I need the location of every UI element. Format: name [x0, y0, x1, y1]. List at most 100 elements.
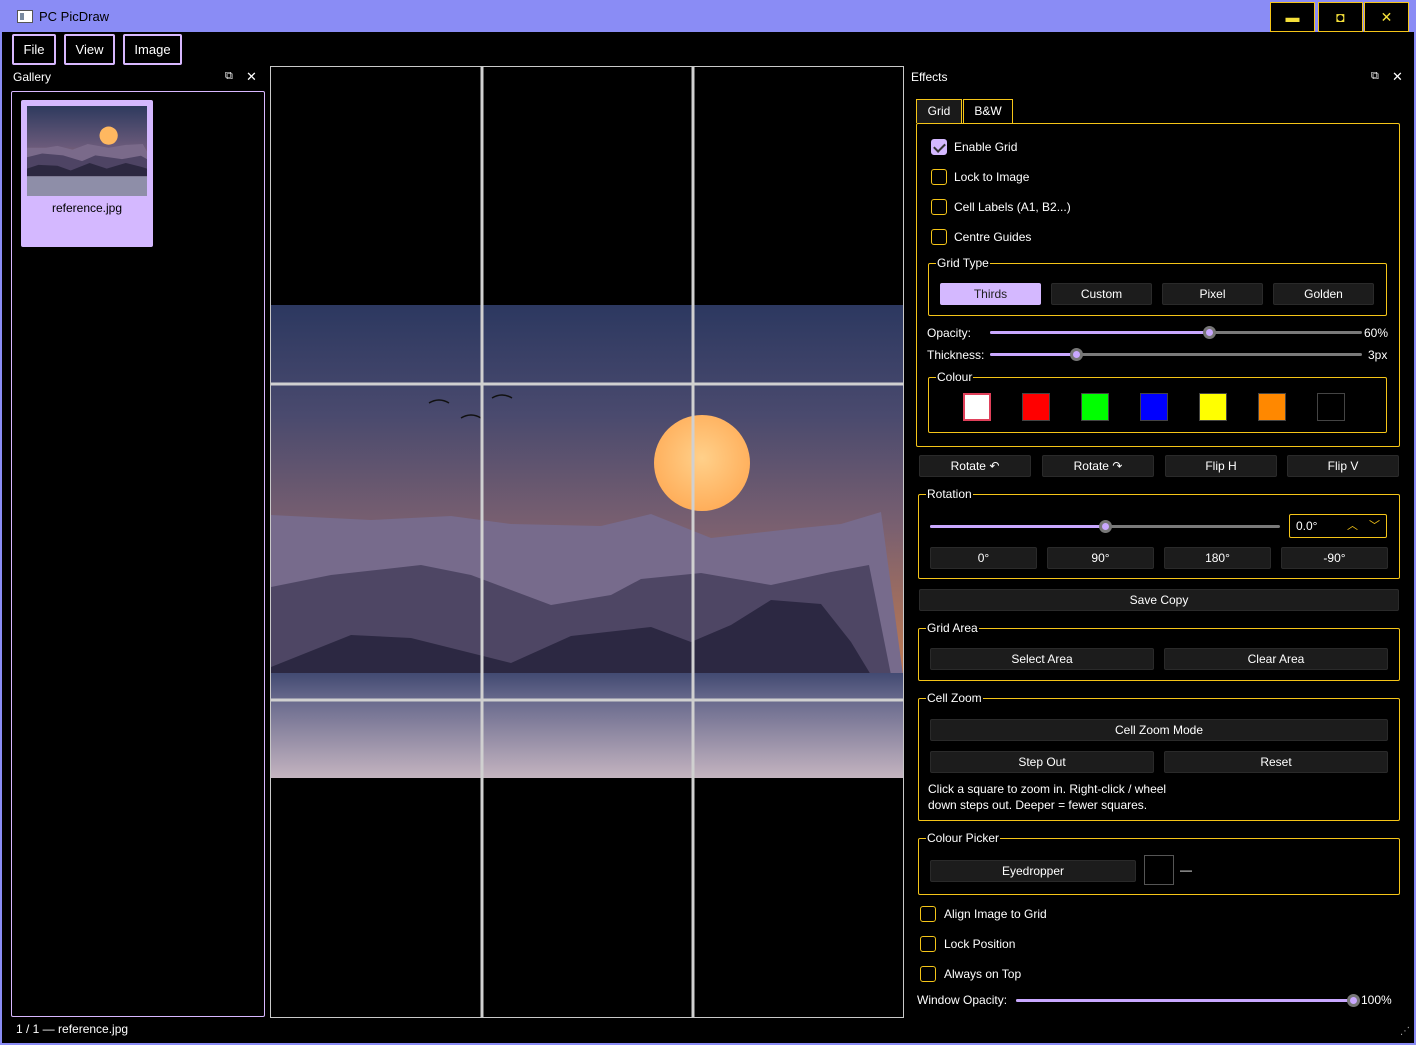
picked-colour-value: —	[1180, 863, 1192, 877]
effects-close-icon[interactable]: ✕	[1392, 69, 1403, 85]
rotation-value: 0.0°	[1296, 519, 1318, 533]
save-copy-button[interactable]: Save Copy	[919, 589, 1399, 611]
window-opacity-value: 100%	[1361, 993, 1392, 1007]
align-image-checkbox[interactable]	[920, 906, 936, 922]
colour-swatch-black[interactable]	[1317, 393, 1345, 421]
menu-file[interactable]: File	[12, 34, 56, 65]
colour-picker-group: Colour Picker Eyedropper —	[918, 831, 1400, 895]
lock-to-image-label: Lock to Image	[954, 170, 1030, 184]
rotation-slider-handle[interactable]	[1099, 520, 1112, 533]
colour-title: Colour	[936, 370, 974, 384]
spin-down-icon[interactable]: ﹀	[1369, 517, 1380, 533]
grid-type-custom-button[interactable]: Custom	[1051, 283, 1152, 305]
rotation-preset-neg90-button[interactable]: -90°	[1281, 547, 1388, 569]
close-button[interactable]: ✕	[1364, 2, 1409, 32]
window-opacity-label: Window Opacity:	[917, 993, 1008, 1007]
rotation-preset-180-button[interactable]: 180°	[1164, 547, 1271, 569]
thickness-label: Thickness:	[927, 348, 985, 362]
thickness-slider-handle[interactable]	[1069, 348, 1083, 361]
reference-image	[271, 305, 903, 778]
thumbnail-image	[27, 106, 147, 196]
lock-position-checkbox[interactable]	[920, 936, 936, 952]
thumbnail-label: reference.jpg	[51, 201, 123, 215]
opacity-value: 60%	[1364, 326, 1389, 340]
centre-guides-checkbox[interactable]	[931, 229, 947, 245]
effects-float-icon[interactable]: ⧉	[1371, 70, 1379, 83]
centre-guides-label: Centre Guides	[954, 230, 1032, 244]
thickness-value: 3px	[1368, 348, 1388, 362]
colour-swatch-white[interactable]	[963, 393, 991, 421]
gallery-panel: reference.jpg	[11, 91, 265, 1017]
tab-bw[interactable]: B&W	[963, 99, 1013, 123]
window-opacity-slider[interactable]	[1016, 994, 1361, 1007]
grid-type-pixel-button[interactable]: Pixel	[1162, 283, 1263, 305]
resize-grip-icon[interactable]: ⋰	[1400, 1026, 1410, 1037]
cell-zoom-title: Cell Zoom	[926, 691, 983, 705]
grid-type-golden-button[interactable]: Golden	[1273, 283, 1374, 305]
app-icon	[17, 10, 33, 23]
gallery-thumbnail[interactable]: reference.jpg	[21, 100, 153, 247]
opacity-slider[interactable]	[990, 326, 1362, 339]
reset-button[interactable]: Reset	[1164, 751, 1388, 773]
colour-swatch-orange[interactable]	[1258, 393, 1286, 421]
lock-to-image-checkbox[interactable]	[931, 169, 947, 185]
always-on-top-label: Always on Top	[944, 967, 1022, 981]
rotation-group: Rotation 0.0° ︿ ﹀ 0° 90° 180° -90°	[918, 487, 1400, 579]
rotation-spinbox[interactable]: 0.0° ︿ ﹀	[1289, 514, 1387, 538]
enable-grid-checkbox[interactable]	[931, 139, 947, 155]
flip-h-button[interactable]: Flip H	[1165, 455, 1277, 477]
spin-up-icon[interactable]: ︿	[1347, 517, 1358, 533]
gallery-float-icon[interactable]: ⧉	[225, 70, 233, 83]
tab-grid[interactable]: Grid	[916, 99, 962, 123]
colour-swatch-blue[interactable]	[1140, 393, 1168, 421]
select-area-button[interactable]: Select Area	[930, 648, 1154, 670]
colour-swatch-red[interactable]	[1022, 393, 1050, 421]
colour-group: Colour	[928, 370, 1387, 433]
cell-zoom-note-line2: down steps out. Deeper = fewer squares.	[928, 798, 1148, 812]
gallery-close-icon[interactable]: ✕	[246, 69, 257, 85]
grid-type-title: Grid Type	[936, 256, 990, 270]
cell-zoom-group: Cell Zoom Cell Zoom Mode Step Out Reset …	[918, 691, 1400, 821]
rotation-slider[interactable]	[930, 520, 1280, 533]
cell-zoom-note-line1: Click a square to zoom in. Right-click /…	[928, 782, 1167, 796]
step-out-button[interactable]: Step Out	[930, 751, 1154, 773]
grid-type-group: Grid Type Thirds Custom Pixel Golden	[928, 256, 1387, 316]
effects-panel: Effects ⧉ ✕ Grid B&W Enable Grid Lock to…	[906, 66, 1412, 1018]
picked-colour-preview	[1144, 855, 1174, 885]
effects-title: Effects	[911, 70, 948, 84]
rotate-right-button[interactable]: Rotate ↷	[1042, 455, 1154, 477]
minimize-button[interactable]: ▬	[1270, 2, 1315, 32]
title-bar[interactable]: PC PicDraw ▬ ◘ ✕	[2, 2, 1414, 32]
menu-view[interactable]: View	[64, 34, 115, 65]
grid-type-thirds-button[interactable]: Thirds	[940, 283, 1041, 305]
eyedropper-button[interactable]: Eyedropper	[930, 860, 1136, 882]
colour-swatch-yellow[interactable]	[1199, 393, 1227, 421]
window-title: PC PicDraw	[39, 9, 110, 24]
always-on-top-checkbox[interactable]	[920, 966, 936, 982]
rotation-preset-0-button[interactable]: 0°	[930, 547, 1037, 569]
cell-zoom-mode-button[interactable]: Cell Zoom Mode	[930, 719, 1388, 741]
flip-v-button[interactable]: Flip V	[1287, 455, 1399, 477]
rotate-left-button[interactable]: Rotate ↶	[919, 455, 1031, 477]
enable-grid-label: Enable Grid	[954, 140, 1018, 154]
lock-position-label: Lock Position	[944, 937, 1016, 951]
image-canvas[interactable]	[270, 66, 904, 1018]
menu-image[interactable]: Image	[123, 34, 182, 65]
opacity-slider-handle[interactable]	[1203, 326, 1217, 339]
cell-labels-label: Cell Labels (A1, B2...)	[954, 200, 1071, 214]
app-window: PC PicDraw ▬ ◘ ✕ File View Image Gallery…	[0, 0, 1416, 1045]
grid-area-title: Grid Area	[926, 621, 979, 635]
status-text: 1 / 1 — reference.jpg	[16, 1022, 129, 1036]
clear-area-button[interactable]: Clear Area	[1164, 648, 1388, 670]
colour-swatch-green[interactable]	[1081, 393, 1109, 421]
rotation-preset-90-button[interactable]: 90°	[1047, 547, 1154, 569]
opacity-label: Opacity:	[927, 326, 972, 340]
grid-area-group: Grid Area Select Area Clear Area	[918, 621, 1400, 681]
colour-picker-title: Colour Picker	[926, 831, 1001, 845]
window-opacity-slider-handle[interactable]	[1347, 994, 1361, 1007]
maximize-button[interactable]: ◘	[1318, 2, 1363, 32]
gallery-title: Gallery	[13, 70, 52, 84]
align-image-label: Align Image to Grid	[944, 907, 1047, 921]
thickness-slider[interactable]	[990, 348, 1362, 361]
cell-labels-checkbox[interactable]	[931, 199, 947, 215]
